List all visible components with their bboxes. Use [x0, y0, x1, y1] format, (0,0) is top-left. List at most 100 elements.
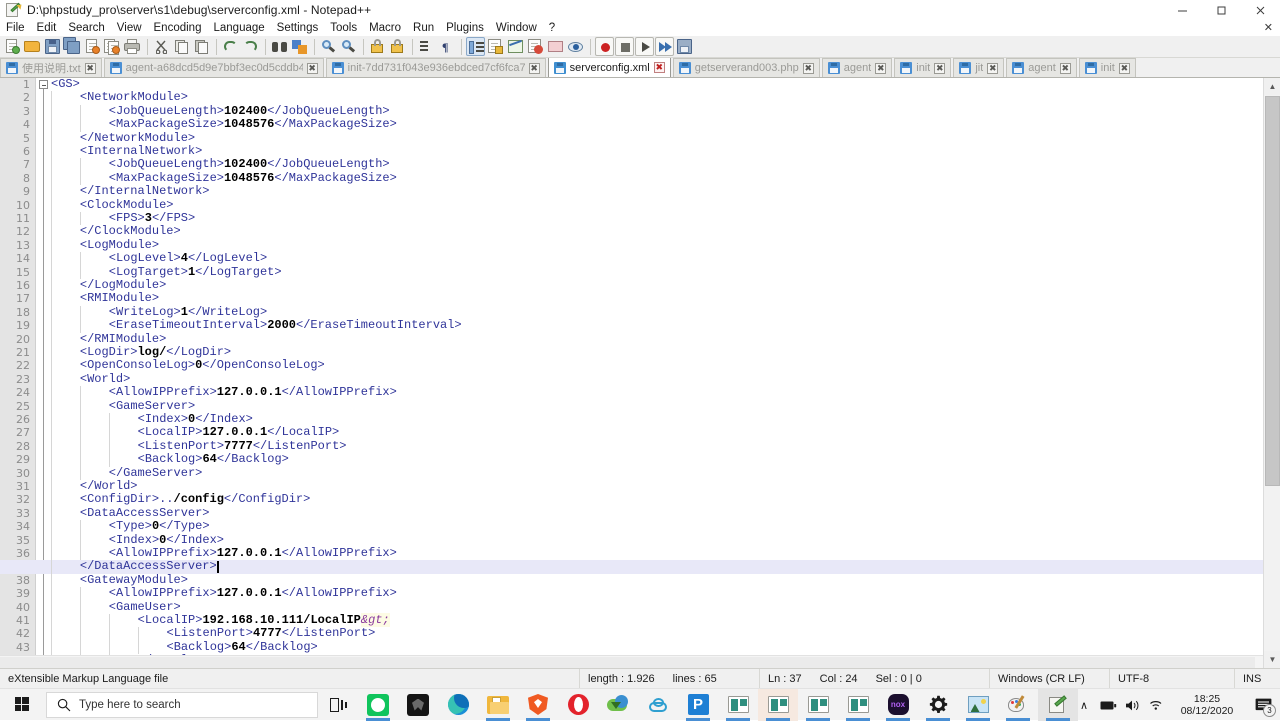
tab-close-icon[interactable]: ✖	[934, 62, 946, 74]
code-text-area[interactable]: <GS> <NetworkModule> <JobQueueLength>10240…	[0, 78, 1280, 668]
tab-getserverand003-php[interactable]: getserverand003.php ✖	[672, 58, 820, 77]
zoom-in-icon[interactable]	[319, 37, 338, 56]
menu-item-encoding[interactable]: Encoding	[148, 20, 208, 36]
tab-close-icon[interactable]: ✖	[875, 62, 887, 74]
code-line[interactable]: <LocalIP>192.168.10.111/LocalIP&gt;	[51, 613, 1263, 627]
menu-item-run[interactable]: Run	[407, 20, 440, 36]
tab-close-icon[interactable]: ✖	[528, 62, 540, 74]
word-wrap-icon[interactable]	[417, 37, 436, 56]
sync-scroll-v-icon[interactable]	[368, 37, 387, 56]
folder-workspace-icon[interactable]	[546, 37, 565, 56]
code-line[interactable]: <Backlog>64</Backlog>	[51, 452, 1263, 466]
code-line[interactable]: <GameServer>	[51, 399, 1263, 413]
code-line[interactable]: <JobQueueLength>102400</JobQueueLength>	[51, 158, 1263, 171]
code-line[interactable]: <EraseTimeoutInterval>2000</EraseTimeout…	[51, 318, 1263, 332]
code-line[interactable]: <DataAccessServer>	[51, 506, 1263, 520]
macro-run-multiple-icon[interactable]	[655, 37, 674, 56]
menu-item-settings[interactable]: Settings	[271, 20, 325, 36]
taskbar-app-internet-download-manager[interactable]	[598, 689, 638, 721]
tab-serverconfig-xml[interactable]: serverconfig.xml ✖	[547, 58, 671, 77]
menu-item-window[interactable]: Window	[490, 20, 543, 36]
taskbar-app-photos[interactable]	[958, 689, 998, 721]
start-button[interactable]	[0, 689, 44, 721]
macro-stop-icon[interactable]	[615, 37, 634, 56]
taskbar-app-microsoft-edge[interactable]	[438, 689, 478, 721]
sync-scroll-h-icon[interactable]	[388, 37, 407, 56]
taskbar-app-predator-sense[interactable]	[398, 689, 438, 721]
save-icon[interactable]	[43, 37, 62, 56]
task-view-button[interactable]	[318, 689, 358, 721]
menu-item-help[interactable]: ?	[543, 20, 561, 36]
replace-icon[interactable]	[290, 37, 309, 56]
code-line[interactable]: <AllowIPPrefix>127.0.0.1</AllowIPPrefix>	[51, 385, 1263, 399]
scroll-up-button[interactable]: ▲	[1264, 78, 1280, 95]
taskbar-app-server-window-2[interactable]	[758, 688, 798, 721]
taskbar-app-server-window-1[interactable]	[718, 689, 758, 721]
status-encoding[interactable]: UTF-8	[1110, 669, 1235, 688]
taskbar-app-file-explorer[interactable]	[478, 689, 518, 721]
menu-item-plugins[interactable]: Plugins	[440, 20, 490, 36]
tab-close-icon[interactable]: ✖	[802, 62, 814, 74]
macro-record-icon[interactable]	[595, 37, 614, 56]
code-line[interactable]: </NetworkModule>	[51, 131, 1263, 145]
wifi-icon[interactable]	[1144, 689, 1168, 721]
tab-agent-3[interactable]: agent ✖	[1006, 58, 1077, 77]
code-line[interactable]: <GS>	[51, 78, 1263, 91]
code-line[interactable]: <ListenPort>7777</ListenPort>	[51, 439, 1263, 453]
code-line[interactable]: <ConfigDir>../config</ConfigDir>	[51, 493, 1263, 506]
code-line[interactable]: </LogModule>	[51, 278, 1263, 292]
code-line[interactable]: </InternalNetwork>	[51, 184, 1263, 198]
code-line[interactable]: <MaxPackageSize>1048576</MaxPackageSize>	[51, 171, 1263, 185]
cut-icon[interactable]	[152, 37, 171, 56]
taskbar-search-box[interactable]: Type here to search	[46, 691, 318, 718]
tab-close-icon[interactable]: ✖	[653, 62, 665, 73]
code-line[interactable]: <JobQueueLength>102400</JobQueueLength>	[51, 104, 1263, 118]
redo-icon[interactable]	[241, 37, 260, 56]
paste-icon[interactable]	[192, 37, 211, 56]
open-file-icon[interactable]	[23, 37, 42, 56]
code-line[interactable]: <Type>0</Type>	[51, 519, 1263, 533]
code-line[interactable]: <World>	[51, 372, 1263, 386]
save-all-icon[interactable]	[63, 37, 82, 56]
tab-close-icon[interactable]: ✖	[1059, 62, 1071, 74]
code-line[interactable]: <Index>0</Index>	[51, 533, 1263, 547]
tab-agent-a68dcd5d9e7bbf3ec0d5cddb447e1d62[interactable]: agent-a68dcd5d9e7bbf3ec0d5cddb447e1d62 ✖	[103, 58, 324, 77]
taskbar-app-opera-browser[interactable]	[558, 689, 598, 721]
code-line[interactable]: </DataAccessServer>	[0, 560, 1280, 574]
code-line[interactable]: <InternalNetwork>	[51, 144, 1263, 158]
menu-item-language[interactable]: Language	[207, 20, 270, 36]
code-line[interactable]: </RMIModule>	[51, 332, 1263, 346]
code-line[interactable]: <LocalIP>127.0.0.1</LocalIP>	[51, 426, 1263, 439]
code-line[interactable]: <Index>0</Index>	[51, 412, 1263, 426]
tab-shiyongshuoming[interactable]: 使用说明.txt ✖	[0, 58, 102, 77]
code-line[interactable]: <WriteLog>1</WriteLog>	[51, 305, 1263, 319]
horizontal-scrollbar[interactable]	[0, 655, 1263, 668]
tab-init-3[interactable]: init ✖	[1078, 58, 1136, 77]
show-hidden-icons-button[interactable]: ∧	[1072, 689, 1096, 721]
close-button[interactable]	[1241, 0, 1280, 20]
user-defined-dialog-icon[interactable]	[486, 37, 505, 56]
tab-close-icon[interactable]: ✖	[84, 62, 96, 74]
tab-init-2[interactable]: init ✖	[894, 58, 952, 77]
code-folding-column[interactable]	[37, 78, 87, 668]
code-line[interactable]: <NetworkModule>	[51, 91, 1263, 104]
code-line[interactable]: <LogTarget>1</LogTarget>	[51, 265, 1263, 279]
indent-guide-icon[interactable]	[466, 37, 485, 56]
code-line[interactable]: <ListenPort>4777</ListenPort>	[51, 627, 1263, 640]
minimize-button[interactable]	[1163, 0, 1202, 20]
taskbar-app-server-window-4[interactable]	[838, 689, 878, 721]
status-eol-format[interactable]: Windows (CR LF)	[990, 669, 1110, 688]
document-map-icon[interactable]	[506, 37, 525, 56]
maximize-button[interactable]	[1202, 0, 1241, 20]
taskbar-app-settings[interactable]	[918, 689, 958, 721]
find-icon[interactable]	[270, 37, 289, 56]
code-line[interactable]: <Backlog>64</Backlog>	[51, 640, 1263, 654]
notification-center-button[interactable]: 3	[1246, 689, 1280, 721]
print-icon[interactable]	[123, 37, 142, 56]
clock[interactable]: 18:25 08/12/2020	[1168, 689, 1246, 721]
code-line[interactable]: <LogModule>	[51, 238, 1263, 252]
horizontal-scroll-thumb[interactable]	[0, 657, 1255, 668]
document-close-button[interactable]: ✕	[1264, 20, 1273, 36]
function-list-icon[interactable]	[526, 37, 545, 56]
vertical-scrollbar[interactable]: ▲ ▼	[1263, 78, 1280, 668]
